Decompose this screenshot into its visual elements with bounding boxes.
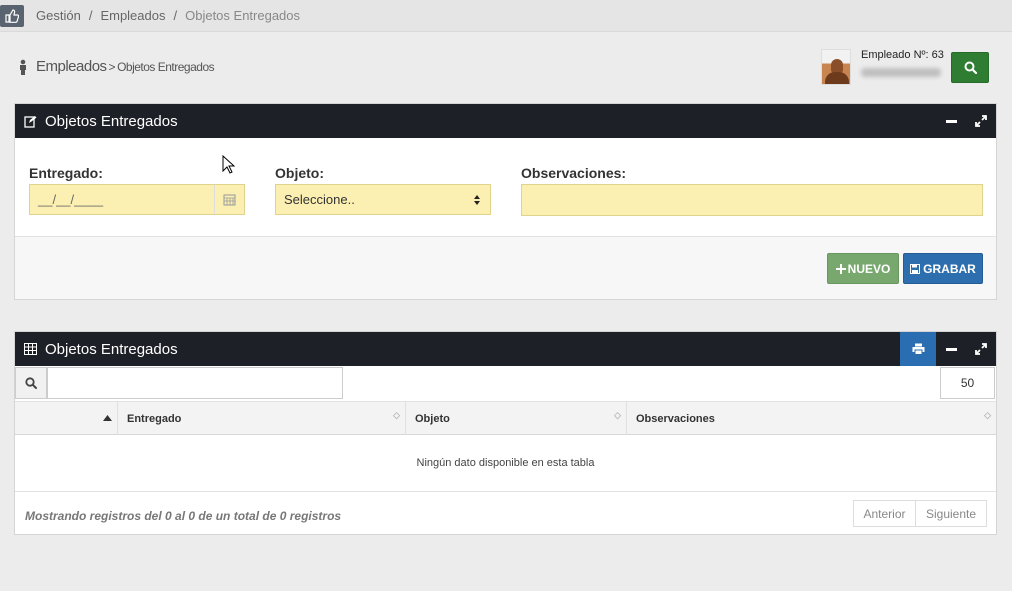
objeto-value: Seleccione.. xyxy=(284,192,355,207)
floppy-disk-icon xyxy=(910,263,921,274)
calendar-button[interactable] xyxy=(214,185,244,214)
column-header-entregado[interactable]: Entregado ◇ xyxy=(118,402,406,435)
page-length-select[interactable]: 50 xyxy=(940,367,995,399)
column-label: Objeto xyxy=(415,412,450,425)
page-title: Empleados > Objetos Entregados xyxy=(17,58,215,75)
column-header-index[interactable] xyxy=(15,402,118,435)
save-button-label: GRABAR xyxy=(923,261,976,276)
print-icon xyxy=(912,343,924,355)
empty-table-message: Ningún dato disponible en esta tabla xyxy=(15,435,996,492)
form-fields: Entregado: __/__/____ Objeto: Seleccione… xyxy=(15,138,996,237)
page-title-page: Objetos Entregados xyxy=(117,59,215,74)
table-panel: Objetos Entregados 50 Entregado ◇ Objeto… xyxy=(14,331,997,535)
column-label: Observaciones xyxy=(636,412,715,425)
table-search-input[interactable] xyxy=(47,367,343,399)
new-button[interactable]: NUEVO xyxy=(827,253,899,284)
print-button[interactable] xyxy=(900,332,936,366)
minimize-button[interactable] xyxy=(936,104,966,138)
employee-name-blurred xyxy=(861,68,941,77)
sort-icon: ◇ xyxy=(614,410,621,420)
page-title-separator: > xyxy=(108,59,116,74)
search-icon xyxy=(25,377,37,389)
employee-number: Empleado Nº: 63 xyxy=(861,49,944,61)
table-panel-header: Objetos Entregados xyxy=(15,332,996,366)
breadcrumb-separator: / xyxy=(88,8,93,23)
entregado-date-input[interactable]: __/__/____ xyxy=(29,184,245,215)
form-panel-title: Objetos Entregados xyxy=(45,112,178,130)
form-panel-header: Objetos Entregados xyxy=(15,104,996,138)
objeto-select[interactable]: Seleccione.. xyxy=(275,184,491,215)
breadcrumb: Gestión / Empleados / Objetos Entregados xyxy=(36,8,300,23)
column-header-observaciones[interactable]: Observaciones ◇ xyxy=(627,402,996,435)
table-header: Entregado ◇ Objeto ◇ Observaciones ◇ xyxy=(15,402,996,435)
minus-icon xyxy=(945,347,957,351)
objeto-label: Objeto: xyxy=(275,165,324,181)
sort-icon: ◇ xyxy=(393,410,400,420)
breadcrumb-gestion[interactable]: Gestión xyxy=(36,8,81,23)
breadcrumb-separator: / xyxy=(173,8,178,23)
employee-card: Empleado Nº: 63 xyxy=(821,49,944,85)
table-toolbar: 50 xyxy=(15,366,996,402)
observaciones-input[interactable] xyxy=(521,184,983,216)
person-icon xyxy=(20,59,26,75)
pagination: Anterior Siguiente xyxy=(853,500,987,527)
column-label: Entregado xyxy=(127,412,182,425)
form-actions: NUEVO GRABAR xyxy=(15,237,996,299)
table-panel-title: Objetos Entregados xyxy=(45,340,178,358)
previous-page-button[interactable]: Anterior xyxy=(853,500,916,527)
save-button[interactable]: GRABAR xyxy=(903,253,983,284)
sort-icon: ◇ xyxy=(984,410,991,420)
page-title-section: Empleados xyxy=(36,58,107,75)
expand-icon xyxy=(975,343,987,355)
entregado-value: __/__/____ xyxy=(38,192,104,207)
next-page-button[interactable]: Siguiente xyxy=(916,500,987,527)
breadcrumb-current: Objetos Entregados xyxy=(185,8,301,23)
sort-asc-icon xyxy=(103,415,112,421)
entregado-label: Entregado: xyxy=(29,165,103,181)
calendar-icon xyxy=(223,194,236,206)
minimize-button[interactable] xyxy=(936,332,966,366)
plus-icon xyxy=(835,263,846,274)
table-footer: Mostrando registros del 0 al 0 de un tot… xyxy=(15,492,996,536)
search-addon xyxy=(15,367,47,399)
top-breadcrumb-bar: Gestión / Empleados / Objetos Entregados xyxy=(0,0,1012,32)
fullscreen-button[interactable] xyxy=(966,332,996,366)
column-header-objeto[interactable]: Objeto ◇ xyxy=(406,402,627,435)
edit-icon xyxy=(24,115,37,128)
employee-avatar xyxy=(821,49,851,85)
minus-icon xyxy=(945,119,957,123)
table-info: Mostrando registros del 0 al 0 de un tot… xyxy=(25,509,342,523)
form-panel: Objetos Entregados Entregado: __/__/____… xyxy=(14,103,997,300)
employee-search-button[interactable] xyxy=(951,52,989,83)
mouse-cursor-icon xyxy=(222,155,236,174)
thumbs-up-home-icon[interactable] xyxy=(0,4,24,27)
new-button-label: NUEVO xyxy=(847,261,891,276)
page-length-value: 50 xyxy=(960,376,975,390)
expand-icon xyxy=(975,115,987,127)
observaciones-label: Observaciones: xyxy=(521,165,627,181)
fullscreen-button[interactable] xyxy=(966,104,996,138)
table-icon xyxy=(24,343,37,355)
breadcrumb-empleados[interactable]: Empleados xyxy=(100,8,165,23)
search-icon xyxy=(964,61,977,74)
select-arrows-icon xyxy=(474,195,480,205)
